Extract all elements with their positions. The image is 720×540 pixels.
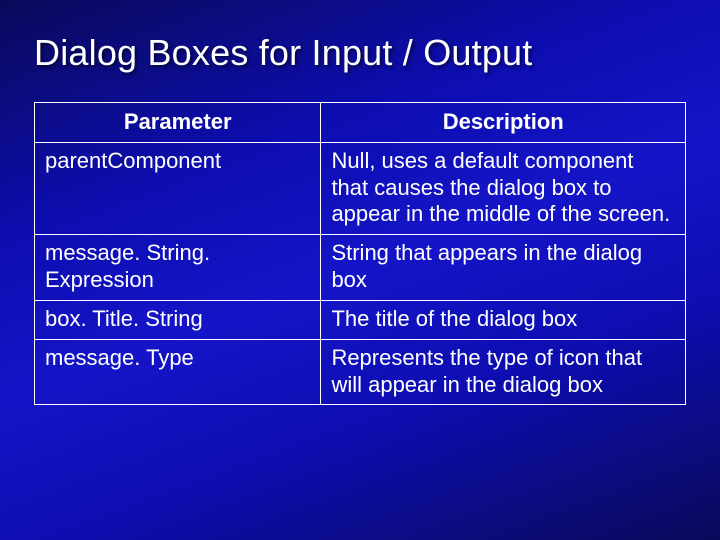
cell-description: Represents the type of icon that will ap…	[321, 339, 686, 405]
table-header-row: Parameter Description	[35, 103, 686, 143]
table-row: message. Type Represents the type of ico…	[35, 339, 686, 405]
cell-description: Null, uses a default component that caus…	[321, 142, 686, 234]
table-row: parentComponent Null, uses a default com…	[35, 142, 686, 234]
table-row: message. String. Expression String that …	[35, 235, 686, 301]
cell-parameter: message. Type	[35, 339, 321, 405]
slide-title: Dialog Boxes for Input / Output	[34, 32, 686, 74]
cell-parameter: box. Title. String	[35, 300, 321, 339]
slide: Dialog Boxes for Input / Output Paramete…	[0, 0, 720, 540]
cell-description: The title of the dialog box	[321, 300, 686, 339]
header-description: Description	[321, 103, 686, 143]
parameters-table: Parameter Description parentComponent Nu…	[34, 102, 686, 405]
table-row: box. Title. String The title of the dial…	[35, 300, 686, 339]
cell-parameter: parentComponent	[35, 142, 321, 234]
cell-parameter: message. String. Expression	[35, 235, 321, 301]
cell-description: String that appears in the dialog box	[321, 235, 686, 301]
header-parameter: Parameter	[35, 103, 321, 143]
